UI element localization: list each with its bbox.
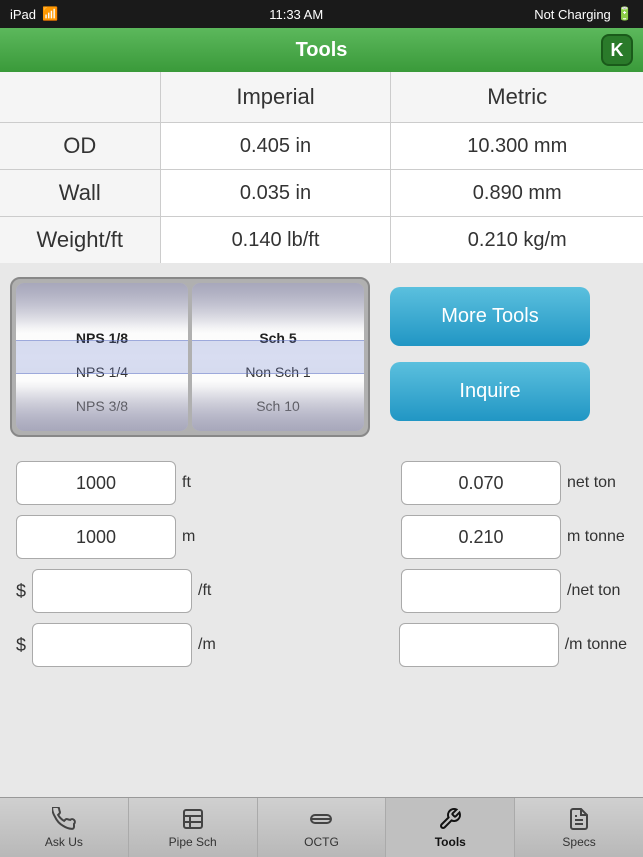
calc-input-m[interactable] — [16, 515, 176, 559]
tools-icon — [437, 806, 463, 832]
tab-octg[interactable]: OCTG — [258, 798, 387, 857]
calc-input-mtonne[interactable] — [401, 515, 561, 559]
calc-unit-neton: net ton — [567, 474, 627, 492]
row-imperial-od: 0.405 in — [160, 123, 391, 170]
calc-unit-mtonne: m tonne — [567, 528, 627, 546]
calc-group-m: m — [16, 515, 242, 559]
calc-input-price-m[interactable] — [32, 623, 192, 667]
status-right: Not Charging 🔋 — [534, 6, 633, 22]
calc-input-price-mtonne[interactable] — [399, 623, 559, 667]
table-header-metric: Metric — [391, 72, 643, 123]
row-metric-od: 10.300 mm — [391, 123, 643, 170]
tab-bar: Ask Us Pipe Sch OCTG Tools S — [0, 797, 643, 857]
table-header-label — [0, 72, 160, 123]
tab-label-octg: OCTG — [304, 835, 339, 849]
picker-wheel-right[interactable]: Sch 5 Non Sch 1 Sch 10 — [192, 283, 364, 431]
calc-row-2: m m tonne — [16, 515, 627, 559]
calc-unit-per-neton: /net ton — [567, 582, 627, 600]
app-logo[interactable]: K — [601, 34, 633, 66]
pipe-icon — [308, 806, 334, 832]
calc-group-neton: net ton — [401, 461, 627, 505]
tab-specs[interactable]: Specs — [515, 798, 643, 857]
document-icon — [566, 806, 592, 832]
wifi-icon: 📶 — [42, 6, 58, 22]
calc-group-price-neton: /net ton — [401, 569, 627, 613]
row-label-weight: Weight/ft — [0, 217, 160, 264]
picker-item[interactable]: NPS 3/8 — [16, 389, 188, 423]
picker-item[interactable]: Sch 10 — [192, 389, 364, 423]
tab-label-pipe-sch: Pipe Sch — [169, 835, 217, 849]
table-row: OD 0.405 in 10.300 mm — [0, 123, 643, 170]
picker-wheel-left[interactable]: NPS 1/8 NPS 1/4 NPS 3/8 — [16, 283, 188, 431]
page-title: Tools — [296, 39, 348, 62]
dollar-prefix-2: $ — [16, 635, 26, 656]
picker-selection-right — [192, 340, 364, 374]
calc-group-price-m: $ /m — [16, 623, 258, 667]
calc-input-neton[interactable] — [401, 461, 561, 505]
inquire-button[interactable]: Inquire — [390, 362, 590, 421]
tab-label-ask-us: Ask Us — [45, 835, 83, 849]
table-header-imperial: Imperial — [160, 72, 391, 123]
data-table: Imperial Metric OD 0.405 in 10.300 mm Wa… — [0, 72, 643, 263]
calc-row-3: $ /ft /net ton — [16, 569, 627, 613]
calc-input-price-ft[interactable] — [32, 569, 192, 613]
calc-unit-ft: ft — [182, 474, 242, 492]
more-tools-button[interactable]: More Tools — [390, 287, 590, 346]
calc-row-4: $ /m /m tonne — [16, 623, 627, 667]
ipad-label: iPad — [10, 7, 36, 22]
dollar-prefix-1: $ — [16, 581, 26, 602]
tab-ask-us[interactable]: Ask Us — [0, 798, 129, 857]
calc-unit-per-ft: /ft — [198, 582, 258, 600]
status-bar: iPad 📶 11:33 AM Not Charging 🔋 — [0, 0, 643, 28]
calc-group-ft: ft — [16, 461, 242, 505]
calc-group-mtonne: m tonne — [401, 515, 627, 559]
time-display: 11:33 AM — [269, 7, 323, 22]
calc-input-price-neton[interactable] — [401, 569, 561, 613]
row-imperial-weight: 0.140 lb/ft — [160, 217, 391, 264]
calc-row-1: ft net ton — [16, 461, 627, 505]
table-row: Weight/ft 0.140 lb/ft 0.210 kg/m — [0, 217, 643, 264]
main-content: Imperial Metric OD 0.405 in 10.300 mm Wa… — [0, 72, 643, 797]
phone-icon — [51, 806, 77, 832]
tab-label-tools: Tools — [435, 835, 466, 849]
calc-group-price-ft: $ /ft — [16, 569, 258, 613]
calc-unit-m: m — [182, 528, 242, 546]
calc-group-price-mtonne: /m tonne — [399, 623, 627, 667]
tab-label-specs: Specs — [562, 835, 595, 849]
picker-area: NPS 1/8 NPS 1/4 NPS 3/8 Sch 5 Non Sch 1 … — [0, 263, 643, 451]
tab-tools[interactable]: Tools — [386, 798, 515, 857]
picker-selection-left — [16, 340, 188, 374]
tab-pipe-sch[interactable]: Pipe Sch — [129, 798, 258, 857]
calculator-section: ft net ton m m tonne $ / — [0, 451, 643, 677]
row-metric-wall: 0.890 mm — [391, 170, 643, 217]
table-icon — [180, 806, 206, 832]
status-left: iPad 📶 — [10, 6, 58, 22]
charging-label: Not Charging — [534, 7, 611, 22]
buttons-area: More Tools Inquire — [390, 287, 590, 421]
row-metric-weight: 0.210 kg/m — [391, 217, 643, 264]
calc-input-ft[interactable] — [16, 461, 176, 505]
table-row: Wall 0.035 in 0.890 mm — [0, 170, 643, 217]
calc-unit-per-mtonne: /m tonne — [565, 636, 627, 654]
picker-container[interactable]: NPS 1/8 NPS 1/4 NPS 3/8 Sch 5 Non Sch 1 … — [10, 277, 370, 437]
row-label-od: OD — [0, 123, 160, 170]
calc-unit-per-m: /m — [198, 636, 258, 654]
battery-icon: 🔋 — [617, 6, 633, 22]
row-imperial-wall: 0.035 in — [160, 170, 391, 217]
row-label-wall: Wall — [0, 170, 160, 217]
title-bar: Tools K — [0, 28, 643, 72]
